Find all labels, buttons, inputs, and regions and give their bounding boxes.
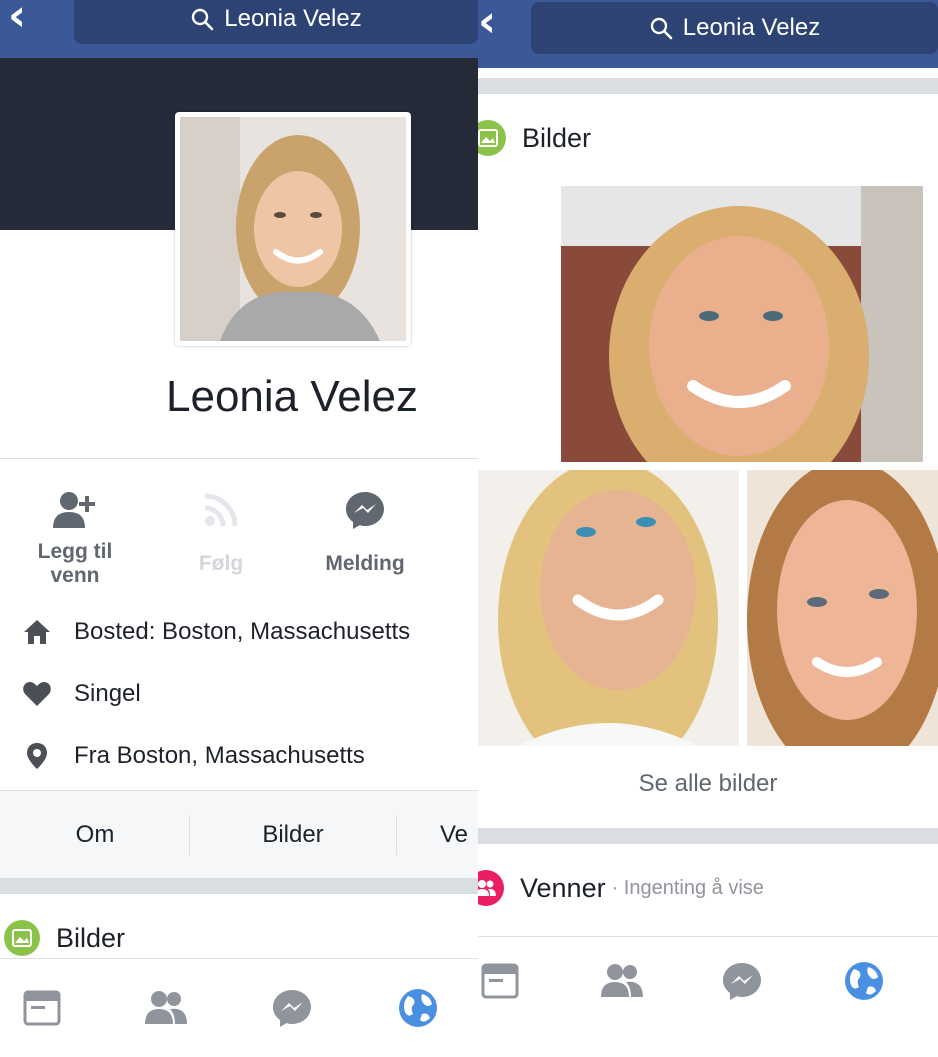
info-row-hometown: Fra Boston, Massachusetts bbox=[0, 736, 365, 776]
friends-section-title: Venner bbox=[520, 872, 606, 903]
add-friend-label: Legg til venn bbox=[37, 540, 113, 587]
photo-image bbox=[747, 470, 938, 746]
news-feed-icon[interactable] bbox=[478, 937, 530, 1025]
add-friend-button[interactable]: Legg til venn bbox=[0, 486, 150, 588]
photos-section-title: Bilder bbox=[522, 122, 592, 153]
top-nav-bar: ‹ Leonia Velez bbox=[0, 0, 478, 58]
photos-section-header[interactable]: Bilder bbox=[478, 120, 591, 156]
info-row-relationship: Singel bbox=[0, 674, 141, 714]
section-gap bbox=[0, 878, 478, 894]
search-bar[interactable]: Leonia Velez bbox=[531, 2, 938, 54]
profile-photo-image bbox=[180, 117, 406, 341]
photo-large[interactable] bbox=[561, 186, 923, 462]
messenger-icon[interactable] bbox=[262, 959, 322, 1057]
messenger-icon[interactable] bbox=[712, 937, 772, 1025]
profile-picture[interactable] bbox=[175, 112, 411, 346]
photo-bottom-left[interactable] bbox=[478, 470, 739, 746]
search-text: Leonia Velez bbox=[682, 14, 821, 41]
add-friend-icon bbox=[53, 492, 95, 528]
top-nav-bar: ‹ Leonia Velez bbox=[478, 0, 938, 68]
divider bbox=[0, 458, 478, 459]
friends-icon[interactable] bbox=[592, 937, 652, 1025]
back-chevron-icon[interactable]: ‹ bbox=[478, 0, 496, 44]
globe-icon[interactable] bbox=[388, 959, 448, 1057]
search-text: Leonia Velez bbox=[224, 5, 362, 32]
message-label: Melding bbox=[325, 552, 405, 575]
friends-icon[interactable] bbox=[136, 959, 196, 1057]
tab-photos[interactable]: Bilder bbox=[190, 791, 396, 879]
heart-icon bbox=[23, 682, 51, 706]
friends-section-subtitle: · Ingenting å vise bbox=[611, 876, 764, 899]
info-hometown-text: Fra Boston, Massachusetts bbox=[74, 742, 365, 769]
profile-tabs: Om Bilder Ve bbox=[0, 790, 478, 878]
follow-label: Følg bbox=[198, 552, 244, 575]
left-screen: ‹ Leonia Velez Leonia Velez Legg til ven… bbox=[0, 0, 478, 1057]
friends-section-header[interactable]: Venner · Ingenting å vise bbox=[478, 870, 764, 906]
photos-section-header[interactable]: Bilder bbox=[4, 920, 125, 956]
tab-about[interactable]: Om bbox=[0, 791, 190, 879]
see-all-photos-link[interactable]: Se alle bilder bbox=[478, 770, 938, 798]
tab-friends[interactable]: Ve bbox=[440, 791, 478, 879]
follow-button[interactable]: Følg bbox=[146, 486, 296, 576]
friends-section-icon bbox=[478, 870, 504, 906]
photos-section-title: Bilder bbox=[56, 922, 126, 953]
photo-bottom-right[interactable] bbox=[747, 470, 938, 746]
message-button[interactable]: Melding bbox=[290, 486, 440, 576]
location-pin-icon bbox=[27, 743, 47, 769]
right-screen: ‹ Leonia Velez Bilder Se alle bilder Ven… bbox=[478, 0, 938, 1057]
photo-image bbox=[478, 470, 739, 746]
follow-icon bbox=[204, 493, 238, 527]
bottom-tab-bar bbox=[0, 958, 478, 1057]
back-chevron-icon[interactable]: ‹ bbox=[8, 0, 26, 38]
info-relationship-text: Singel bbox=[74, 680, 141, 707]
home-icon bbox=[24, 620, 50, 644]
photos-section-icon bbox=[478, 120, 506, 156]
section-gap bbox=[478, 828, 938, 844]
tab-separator bbox=[396, 815, 397, 855]
news-feed-icon[interactable] bbox=[12, 959, 72, 1057]
photo-image bbox=[561, 186, 923, 462]
messenger-icon bbox=[346, 492, 384, 529]
bottom-tab-bar bbox=[478, 936, 938, 1057]
info-residence-text: Bosted: Boston, Massachusetts bbox=[74, 618, 411, 645]
search-icon bbox=[650, 17, 673, 40]
search-bar[interactable]: Leonia Velez bbox=[74, 0, 478, 44]
profile-name: Leonia Velez bbox=[166, 372, 418, 421]
photos-section-icon bbox=[4, 920, 40, 956]
search-icon bbox=[192, 8, 214, 31]
info-row-residence: Bosted: Boston, Massachusetts bbox=[0, 612, 410, 652]
globe-icon[interactable] bbox=[834, 937, 894, 1025]
section-gap bbox=[478, 78, 938, 94]
